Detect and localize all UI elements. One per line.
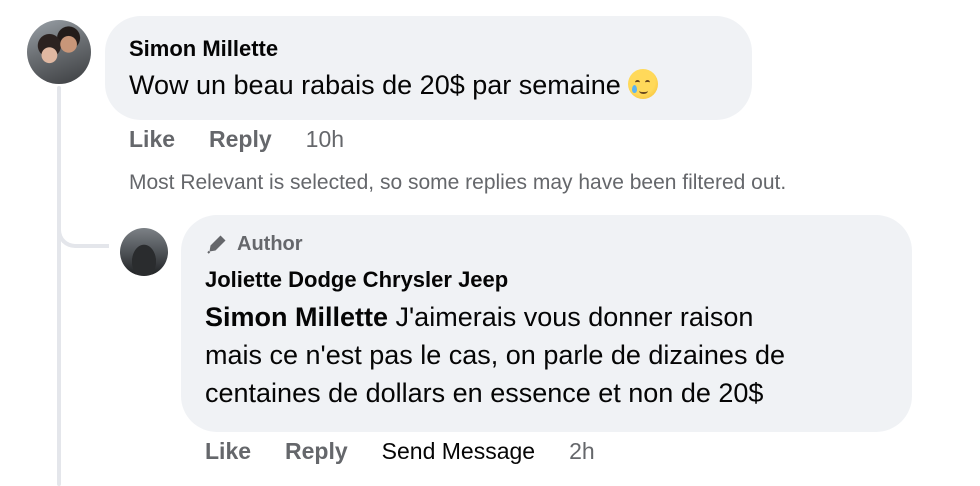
comment-text-body: Wow un beau rabais de 20$ par semaine (129, 70, 621, 100)
comment-actions: Like Reply 10h (129, 126, 344, 153)
reply-author[interactable]: Joliette Dodge Chrysler Jeep (205, 267, 508, 293)
thread-connector (57, 212, 109, 248)
comment-bubble: Simon Millette Wow un beau rabais de 20$… (105, 16, 752, 120)
comment-text: Wow un beau rabais de 20$ par semaine (129, 66, 659, 104)
author-badge: Author (205, 232, 303, 256)
reply-text: Simon Millette J'aimerais vous donner ra… (205, 298, 895, 412)
comment-author[interactable]: Simon Millette (129, 36, 278, 62)
like-button[interactable]: Like (205, 438, 251, 465)
reply-timestamp[interactable]: 2h (569, 438, 595, 465)
author-badge-label: Author (237, 232, 303, 255)
mention-link[interactable]: Simon Millette (205, 302, 388, 332)
like-button[interactable]: Like (129, 126, 175, 153)
avatar[interactable] (120, 228, 168, 276)
thread-line (57, 86, 61, 486)
reply-button[interactable]: Reply (285, 438, 348, 465)
filter-notice: Most Relevant is selected, so some repli… (129, 171, 787, 194)
avatar[interactable] (27, 20, 91, 84)
reply-text-line3: centaines de dollars en essence et non d… (205, 378, 764, 408)
reply-text-line2: mais ce n'est pas le cas, on parle de di… (205, 340, 785, 370)
pen-icon (207, 235, 226, 254)
reply-button[interactable]: Reply (209, 126, 272, 153)
crying-face-emoji-icon (628, 69, 659, 99)
reply-text-line1: J'aimerais vous donner raison (395, 302, 754, 332)
reply-actions: Like Reply Send Message 2h (205, 438, 595, 465)
comment-timestamp[interactable]: 10h (306, 126, 344, 153)
send-message-button[interactable]: Send Message (382, 438, 535, 465)
